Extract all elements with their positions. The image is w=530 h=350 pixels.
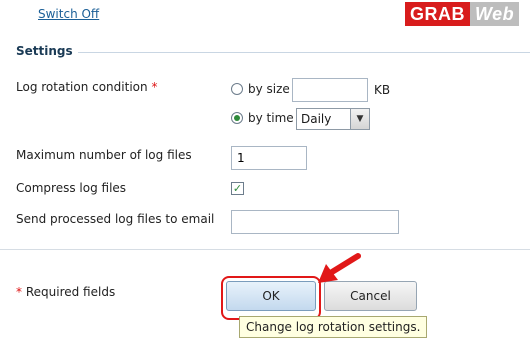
by-size-radio[interactable] xyxy=(231,83,243,95)
max-files-label: Maximum number of log files xyxy=(16,148,192,162)
radio-selected-dot xyxy=(234,115,240,121)
by-time-label: by time xyxy=(248,111,294,125)
required-fields-note: * Required fields xyxy=(16,285,116,299)
grabweb-watermark: GRAB Web xyxy=(405,2,527,26)
red-arrow-icon xyxy=(318,253,361,283)
compress-label: Compress log files xyxy=(16,181,127,195)
chevron-down-icon[interactable]: ▼ xyxy=(350,109,369,129)
switch-off-link[interactable]: Switch Off xyxy=(38,7,99,21)
checkmark-icon: ✓ xyxy=(232,182,243,195)
max-files-input[interactable] xyxy=(231,146,307,170)
size-unit-label: KB xyxy=(374,83,391,97)
settings-legend: Settings xyxy=(16,44,73,58)
by-time-radio[interactable] xyxy=(231,112,243,124)
legend-divider xyxy=(78,52,530,53)
ok-button[interactable]: OK xyxy=(226,281,316,311)
tooltip: Change log rotation settings. xyxy=(239,316,428,338)
time-select[interactable]: Daily ▼ xyxy=(296,108,370,130)
compress-checkbox[interactable]: ✓ xyxy=(231,182,244,195)
log-rotation-label: Log rotation condition * xyxy=(16,80,158,94)
size-input[interactable] xyxy=(292,78,368,102)
email-input[interactable] xyxy=(231,210,399,234)
required-asterisk: * xyxy=(16,285,22,299)
email-label: Send processed log files to email xyxy=(16,212,215,226)
time-select-value: Daily xyxy=(301,112,332,126)
watermark-part1: GRAB xyxy=(405,2,470,26)
watermark-part2: Web xyxy=(470,2,520,26)
form-divider xyxy=(0,249,530,250)
by-size-label: by size xyxy=(248,82,290,96)
required-asterisk: * xyxy=(151,80,158,94)
